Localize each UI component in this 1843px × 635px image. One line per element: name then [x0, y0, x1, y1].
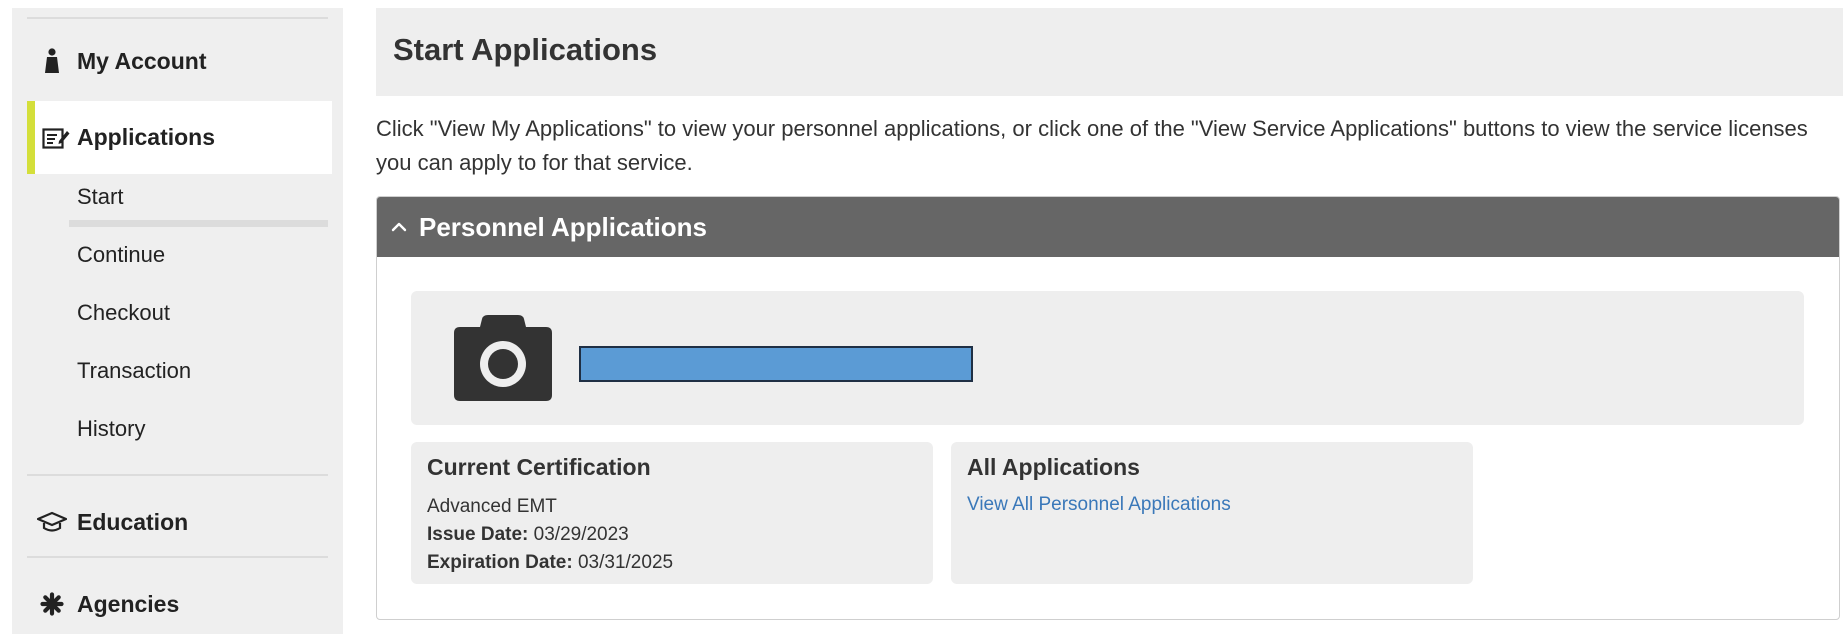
redacted-name	[579, 346, 973, 382]
sidebar-divider	[27, 556, 328, 558]
sidebar-item-my-account[interactable]: My Account	[27, 30, 328, 92]
sidebar-divider	[27, 17, 328, 19]
sidebar: My Account Applications Start Continue C…	[12, 8, 343, 634]
page-title: Start Applications	[393, 32, 658, 67]
chevron-up-icon	[379, 221, 419, 233]
person-icon	[27, 48, 77, 74]
sidebar-item-label: Applications	[77, 124, 216, 150]
subnav-item-start[interactable]: Start	[77, 184, 123, 210]
sidebar-item-label: My Account	[77, 47, 207, 74]
subnav-item-history[interactable]: History	[77, 416, 145, 442]
issue-date-value: 03/29/2023	[533, 524, 629, 545]
certification-level: Advanced EMT	[427, 496, 557, 517]
graduation-cap-icon	[27, 510, 77, 534]
panel-title: Personnel Applications	[419, 211, 707, 242]
card-title: Current Certification	[427, 454, 651, 480]
expiration-date-value: 03/31/2025	[577, 552, 674, 573]
card-title: All Applications	[967, 454, 1140, 480]
sidebar-divider	[27, 474, 328, 476]
subnav-item-continue[interactable]: Continue	[77, 242, 165, 268]
subnav-item-transaction[interactable]: Transaction	[77, 358, 191, 384]
issue-date-row: Issue Date: 03/29/2023	[427, 524, 629, 546]
sidebar-item-label: Agencies	[77, 590, 180, 617]
issue-date-label: Issue Date:	[427, 524, 529, 545]
sidebar-item-education[interactable]: Education	[27, 491, 328, 553]
subnav-item-checkout[interactable]: Checkout	[77, 300, 170, 326]
asterisk-icon	[27, 592, 77, 616]
current-certification-card: Current Certification Advanced EMT Issue…	[411, 442, 933, 584]
expiration-date-row: Expiration Date: 03/31/2025	[427, 552, 673, 574]
personnel-applications-panel: Personnel Applications Current Certifica…	[376, 196, 1840, 620]
panel-header-toggle[interactable]: Personnel Applications	[377, 197, 1839, 257]
intro-text: Click "View My Applications" to view you…	[376, 116, 1808, 175]
camera-icon	[452, 313, 554, 403]
active-item-indicator	[69, 220, 328, 227]
view-all-personnel-applications-link[interactable]: View All Personnel Applications	[967, 494, 1231, 516]
profile-summary	[411, 291, 1804, 425]
edit-document-icon	[35, 126, 77, 150]
all-applications-card: All Applications View All Personnel Appl…	[951, 442, 1473, 584]
sidebar-item-applications[interactable]: Applications	[27, 101, 332, 174]
page-header: Start Applications	[376, 8, 1843, 96]
expiration-date-label: Expiration Date:	[427, 552, 573, 573]
sidebar-item-agencies[interactable]: Agencies	[27, 573, 328, 635]
sidebar-item-label: Education	[77, 508, 189, 535]
